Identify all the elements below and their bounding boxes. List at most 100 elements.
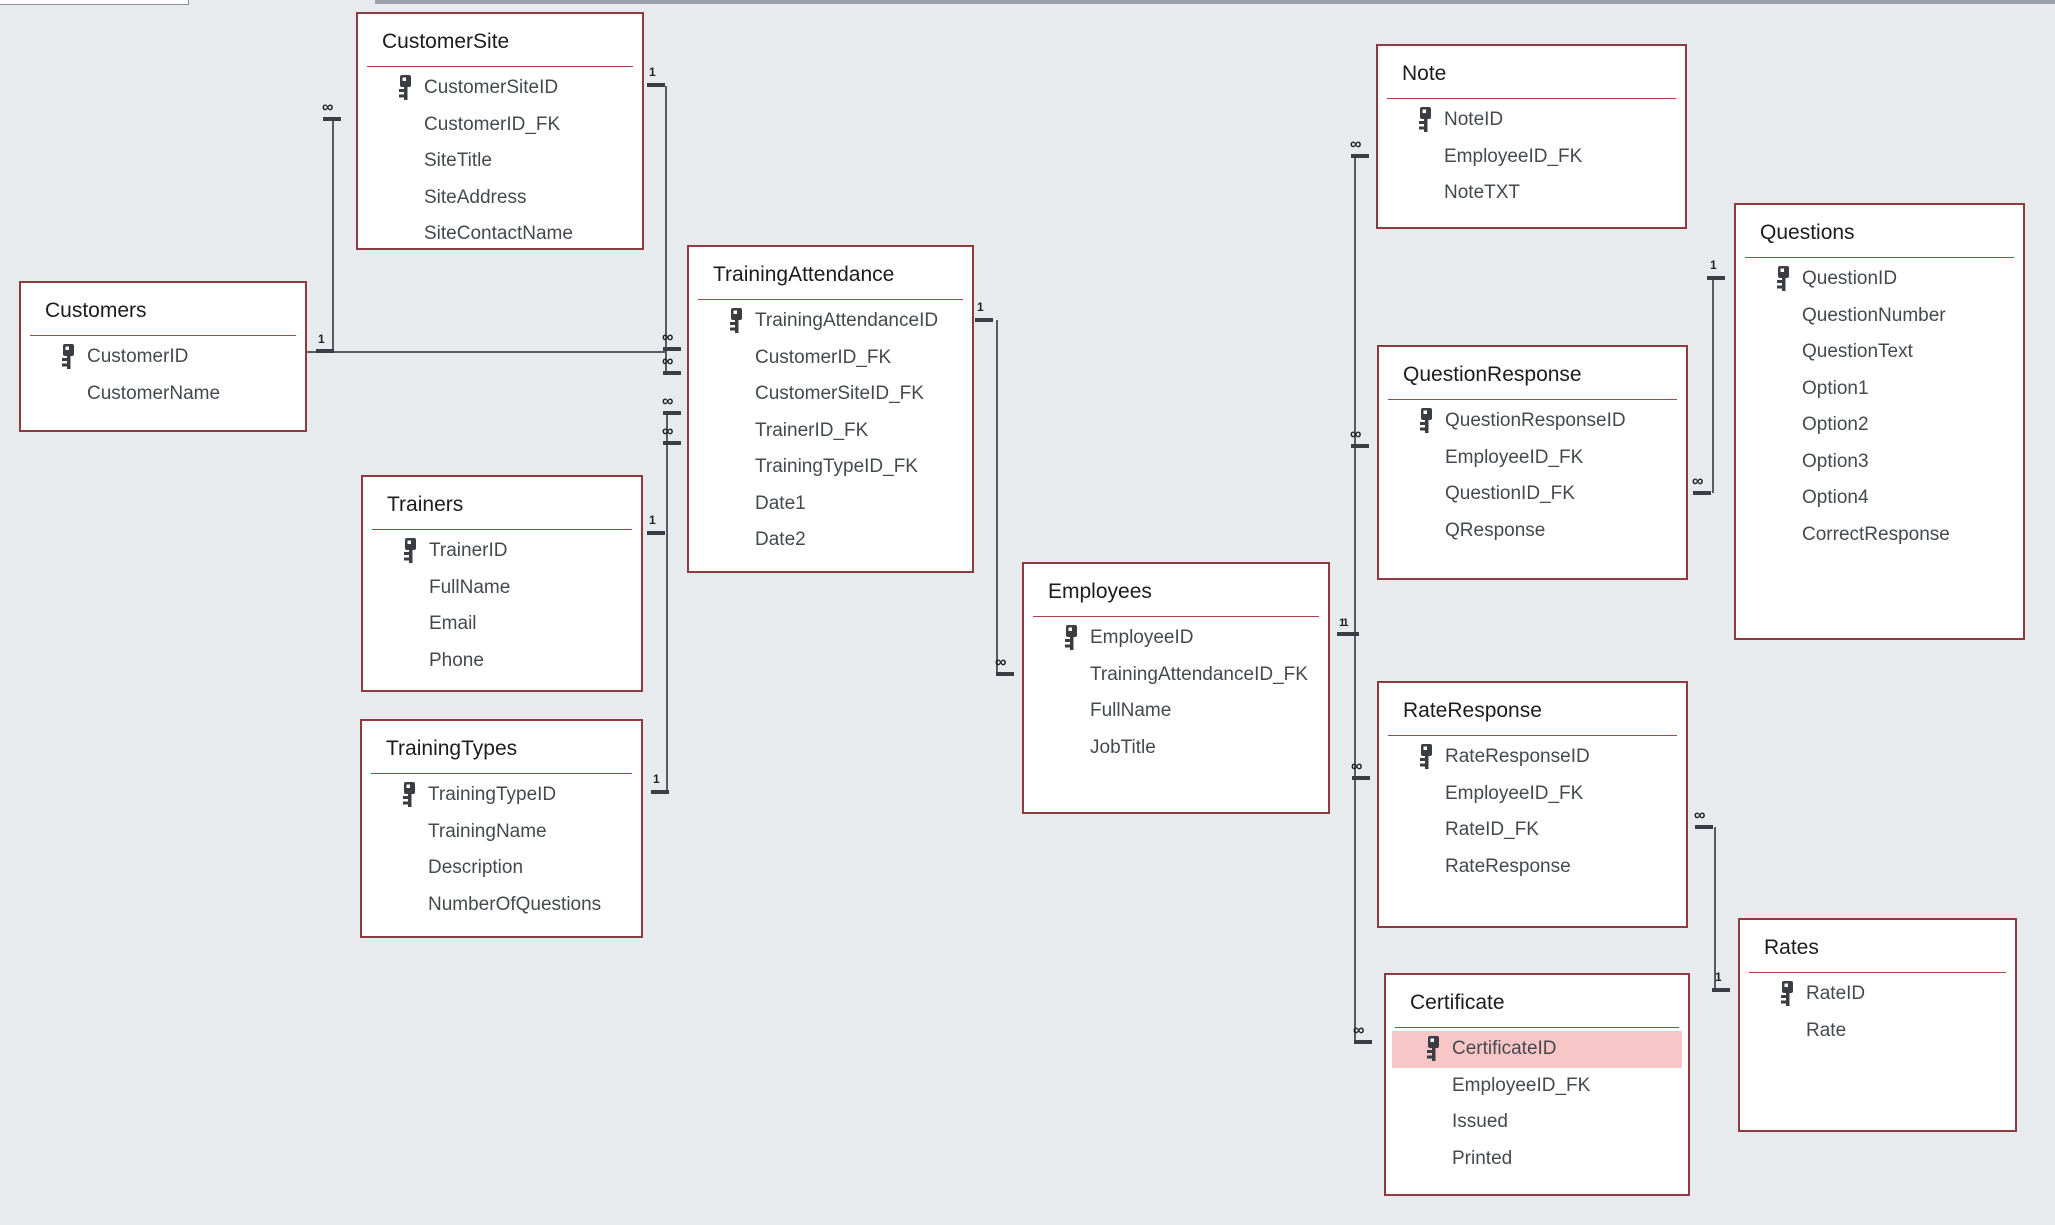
cardinality-tick <box>1712 988 1730 992</box>
field-row-date1[interactable]: Date1 <box>695 486 966 523</box>
entity-title: Employees <box>1048 580 1152 604</box>
field-row-customerid_fk[interactable]: CustomerID_FK <box>695 340 966 377</box>
entity-title: Certificate <box>1410 991 1505 1015</box>
field-row-customerid_fk[interactable]: CustomerID_FK <box>364 107 636 144</box>
title-separator <box>372 529 632 530</box>
field-row-certificateid[interactable]: CertificateID <box>1392 1031 1682 1068</box>
field-row-email[interactable]: Email <box>369 606 635 643</box>
field-row-customerid[interactable]: CustomerID <box>27 339 299 376</box>
field-row-trainingattendanceid_fk[interactable]: TrainingAttendanceID_FK <box>1030 657 1322 694</box>
primary-key-icon <box>1780 981 1794 1007</box>
entity-table-trainingtypes[interactable]: TrainingTypesTrainingTypeIDTrainingNameD… <box>360 719 643 938</box>
field-row-siteaddress[interactable]: SiteAddress <box>364 180 636 217</box>
relationship-line[interactable] <box>307 351 666 353</box>
entity-title: RateResponse <box>1403 699 1542 723</box>
title-separator <box>1388 399 1677 400</box>
field-row-rate[interactable]: Rate <box>1746 1013 2009 1050</box>
entity-table-trainingattendance[interactable]: TrainingAttendanceTrainingAttendanceIDCu… <box>687 245 974 573</box>
field-row-trainerid_fk[interactable]: TrainerID_FK <box>695 413 966 450</box>
field-row-date2[interactable]: Date2 <box>695 522 966 559</box>
relationship-line[interactable] <box>332 121 334 351</box>
entity-table-note[interactable]: NoteNoteIDEmployeeID_FKNoteTXT <box>1376 44 1687 229</box>
field-name: RateResponse <box>1445 856 1571 878</box>
cardinality-tick <box>647 83 665 87</box>
field-row-trainerid[interactable]: TrainerID <box>369 533 635 570</box>
field-name: JobTitle <box>1090 737 1156 759</box>
cardinality-tick <box>663 347 681 351</box>
field-row-questionresponseid[interactable]: QuestionResponseID <box>1385 403 1680 440</box>
field-row-option1[interactable]: Option1 <box>1742 371 2017 408</box>
field-row-qresponse[interactable]: QResponse <box>1385 513 1680 550</box>
cardinality-tick <box>1354 1040 1372 1044</box>
field-row-sitecontactname[interactable]: SiteContactName <box>364 216 636 253</box>
relationship-line[interactable] <box>1354 156 1356 1044</box>
entity-table-rates[interactable]: RatesRateIDRate <box>1738 918 2017 1132</box>
field-row-trainingtypeid[interactable]: TrainingTypeID <box>368 777 635 814</box>
field-row-numberofquestions[interactable]: NumberOfQuestions <box>368 887 635 924</box>
field-row-noteid[interactable]: NoteID <box>1384 102 1679 139</box>
field-row-questionid[interactable]: QuestionID <box>1742 261 2017 298</box>
field-row-issued[interactable]: Issued <box>1392 1104 1682 1141</box>
relationship-line[interactable] <box>666 413 668 792</box>
field-row-employeeid_fk[interactable]: EmployeeID_FK <box>1385 776 1680 813</box>
field-row-rateid_fk[interactable]: RateID_FK <box>1385 812 1680 849</box>
cardinality-tick <box>1352 776 1370 780</box>
field-name: QuestionResponseID <box>1445 410 1626 432</box>
field-row-correctresponse[interactable]: CorrectResponse <box>1742 517 2017 554</box>
many-symbol: ∞ <box>995 655 1006 670</box>
relationships-canvas[interactable]: CustomerSiteCustomerSiteIDCustomerID_FKS… <box>0 0 2055 1225</box>
field-row-phone[interactable]: Phone <box>369 643 635 680</box>
relationship-line[interactable] <box>1712 278 1714 493</box>
field-row-employeeid_fk[interactable]: EmployeeID_FK <box>1392 1068 1682 1105</box>
field-row-trainingtypeid_fk[interactable]: TrainingTypeID_FK <box>695 449 966 486</box>
entity-table-trainers[interactable]: Trainers TrainerIDFullNameEmailPhone <box>361 475 643 692</box>
many-symbol: ∞ <box>662 424 673 439</box>
relationship-line[interactable] <box>1714 827 1716 992</box>
entity-table-questions[interactable]: QuestionsQuestionIDQuestionNumberQuestio… <box>1734 203 2025 640</box>
field-name: CertificateID <box>1452 1038 1557 1060</box>
field-row-option2[interactable]: Option2 <box>1742 407 2017 444</box>
field-name: CorrectResponse <box>1802 524 1950 546</box>
relationship-line[interactable] <box>996 320 998 674</box>
field-name: Printed <box>1452 1148 1512 1170</box>
field-name: NoteID <box>1444 109 1503 131</box>
entity-table-rateresponse[interactable]: RateResponseRateResponseIDEmployeeID_FKR… <box>1377 681 1688 928</box>
field-row-fullname[interactable]: FullName <box>1030 693 1322 730</box>
field-row-printed[interactable]: Printed <box>1392 1141 1682 1178</box>
field-list: RateIDRate <box>1740 976 2015 1049</box>
field-row-employeeid_fk[interactable]: EmployeeID_FK <box>1384 139 1679 176</box>
field-row-questiontext[interactable]: QuestionText <box>1742 334 2017 371</box>
field-row-rateresponse[interactable]: RateResponse <box>1385 849 1680 886</box>
entity-table-questionresponse[interactable]: QuestionResponseQuestionResponseIDEmploy… <box>1377 345 1688 580</box>
field-row-sitetitle[interactable]: SiteTitle <box>364 143 636 180</box>
field-row-rateid[interactable]: RateID <box>1746 976 2009 1013</box>
field-row-option4[interactable]: Option4 <box>1742 480 2017 517</box>
entity-table-customers[interactable]: CustomersCustomerIDCustomerName <box>19 281 307 432</box>
field-list: QuestionIDQuestionNumberQuestionTextOpti… <box>1736 261 2023 553</box>
field-row-rateresponseid[interactable]: RateResponseID <box>1385 739 1680 776</box>
entity-table-certificate[interactable]: Certificate CertificateID EmployeeID_FKIss… <box>1384 973 1690 1196</box>
field-row-customername[interactable]: CustomerName <box>27 376 299 413</box>
field-row-trainingattendanceid[interactable]: TrainingAttendanceID <box>695 303 966 340</box>
field-row-customersiteid_fk[interactable]: CustomerSiteID_FK <box>695 376 966 413</box>
field-row-employeeid[interactable]: EmployeeID <box>1030 620 1322 657</box>
entity-title: Trainers <box>387 493 463 517</box>
field-row-questionnumber[interactable]: QuestionNumber <box>1742 298 2017 335</box>
many-symbol: ∞ <box>1351 759 1362 774</box>
entity-table-employees[interactable]: Employees EmployeeIDTrainingAttendanceID_… <box>1022 562 1330 814</box>
field-name: TrainingAttendanceID <box>755 310 938 332</box>
field-row-jobtitle[interactable]: JobTitle <box>1030 730 1322 767</box>
many-symbol: ∞ <box>1694 808 1705 823</box>
one-symbol: 1 <box>649 514 656 527</box>
field-row-trainingname[interactable]: TrainingName <box>368 814 635 851</box>
title-separator <box>367 66 633 67</box>
entity-table-customersite[interactable]: CustomerSiteCustomerSiteIDCustomerID_FKS… <box>356 12 644 250</box>
field-row-fullname[interactable]: FullName <box>369 570 635 607</box>
field-row-employeeid_fk[interactable]: EmployeeID_FK <box>1385 440 1680 477</box>
field-row-customersiteid[interactable]: CustomerSiteID <box>364 70 636 107</box>
field-row-notetxt[interactable]: NoteTXT <box>1384 175 1679 212</box>
cardinality-tick <box>647 531 665 535</box>
field-row-questionid_fk[interactable]: QuestionID_FK <box>1385 476 1680 513</box>
field-row-description[interactable]: Description <box>368 850 635 887</box>
field-row-option3[interactable]: Option3 <box>1742 444 2017 481</box>
